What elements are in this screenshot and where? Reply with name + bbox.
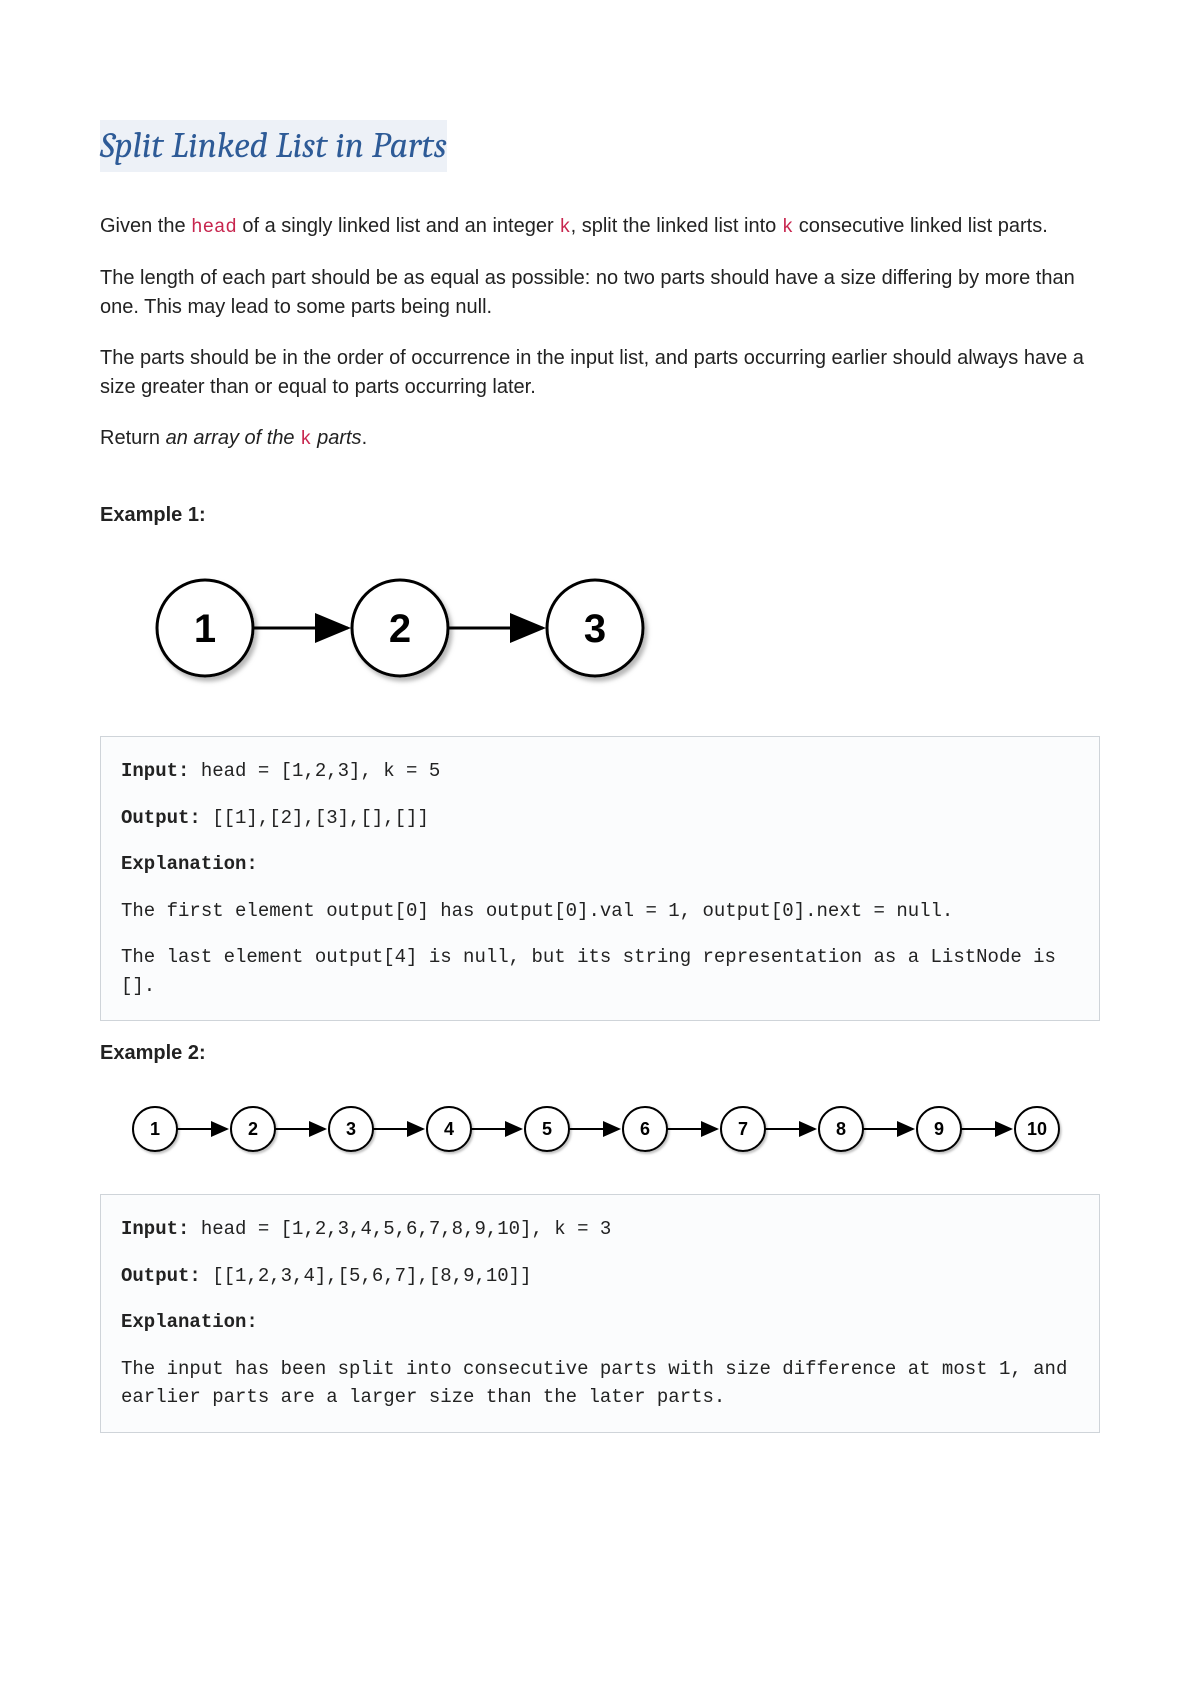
- text: , split the linked list into: [571, 215, 782, 237]
- example-1-codebox: Input: head = [1,2,3], k = 5 Output: [[1…: [100, 736, 1100, 1021]
- example-2-diagram: 1 2 3 4 5 6 7 8 9 10: [100, 1096, 1100, 1166]
- text: consecutive linked list parts.: [793, 215, 1048, 237]
- output-value: [[1,2,3,4],[5,6,7],[8,9,10]]: [201, 1265, 532, 1287]
- input-row: Input: head = [1,2,3,4,5,6,7,8,9,10], k …: [121, 1215, 1079, 1244]
- explanation-row: Explanation:: [121, 850, 1079, 879]
- text: Return: [100, 427, 166, 449]
- italic-text: an array of the: [166, 427, 301, 449]
- node-3: 3: [547, 580, 643, 676]
- code-k: k: [300, 428, 311, 450]
- explanation-line: The first element output[0] has output[0…: [121, 897, 1079, 926]
- output-label: Output:: [121, 807, 201, 829]
- node-5: 5: [525, 1107, 569, 1151]
- node-label: 10: [1027, 1119, 1047, 1139]
- example-2-label: Example 2:: [100, 1039, 1100, 1068]
- intro-paragraph-4: Return an array of the k parts.: [100, 424, 1100, 454]
- node-3: 3: [329, 1107, 373, 1151]
- node-1: 1: [157, 580, 253, 676]
- node-label: 3: [584, 607, 606, 651]
- node-label: 8: [836, 1119, 846, 1139]
- linked-list-diagram: 1 2 3: [100, 558, 660, 708]
- node-label: 2: [248, 1119, 258, 1139]
- text: .: [362, 427, 368, 449]
- node-label: 9: [934, 1119, 944, 1139]
- node-9: 9: [917, 1107, 961, 1151]
- linked-list-diagram: 1 2 3 4 5 6 7 8 9 10: [100, 1096, 1100, 1166]
- node-label: 1: [194, 607, 216, 651]
- text: of a singly linked list and an integer: [237, 215, 559, 237]
- node-2: 2: [352, 580, 448, 676]
- example-2-codebox: Input: head = [1,2,3,4,5,6,7,8,9,10], k …: [100, 1194, 1100, 1433]
- code-head: head: [191, 216, 237, 238]
- node-1: 1: [133, 1107, 177, 1151]
- italic-text: parts: [312, 427, 362, 449]
- node-4: 4: [427, 1107, 471, 1151]
- output-row: Output: [[1,2,3,4],[5,6,7],[8,9,10]]: [121, 1262, 1079, 1291]
- code-k: k: [559, 216, 570, 238]
- node-6: 6: [623, 1107, 667, 1151]
- intro-paragraph-1: Given the head of a singly linked list a…: [100, 212, 1100, 242]
- explanation-row: Explanation:: [121, 1308, 1079, 1337]
- explanation-line: The input has been split into consecutiv…: [121, 1355, 1079, 1412]
- output-row: Output: [[1],[2],[3],[],[]]: [121, 804, 1079, 833]
- node-label: 1: [150, 1119, 160, 1139]
- code-k: k: [782, 216, 793, 238]
- text: Given the: [100, 215, 191, 237]
- explanation-label: Explanation:: [121, 1311, 258, 1333]
- intro-paragraph-2: The length of each part should be as equ…: [100, 264, 1100, 322]
- input-value: head = [1,2,3], k = 5: [189, 760, 440, 782]
- node-7: 7: [721, 1107, 765, 1151]
- node-10: 10: [1015, 1107, 1059, 1151]
- explanation-line: The last element output[4] is null, but …: [121, 943, 1079, 1000]
- explanation-label: Explanation:: [121, 853, 258, 875]
- input-row: Input: head = [1,2,3], k = 5: [121, 757, 1079, 786]
- input-label: Input:: [121, 760, 189, 782]
- node-label: 5: [542, 1119, 552, 1139]
- input-label: Input:: [121, 1218, 189, 1240]
- input-value: head = [1,2,3,4,5,6,7,8,9,10], k = 3: [189, 1218, 611, 1240]
- example-1-diagram: 1 2 3: [100, 558, 1100, 708]
- output-label: Output:: [121, 1265, 201, 1287]
- node-2: 2: [231, 1107, 275, 1151]
- page-title: Split Linked List in Parts: [100, 120, 447, 172]
- node-8: 8: [819, 1107, 863, 1151]
- node-label: 7: [738, 1119, 748, 1139]
- example-1-label: Example 1:: [100, 501, 1100, 530]
- node-label: 2: [389, 607, 411, 651]
- node-label: 4: [444, 1119, 454, 1139]
- node-label: 3: [346, 1119, 356, 1139]
- output-value: [[1],[2],[3],[],[]]: [201, 807, 429, 829]
- intro-paragraph-3: The parts should be in the order of occu…: [100, 344, 1100, 402]
- node-label: 6: [640, 1119, 650, 1139]
